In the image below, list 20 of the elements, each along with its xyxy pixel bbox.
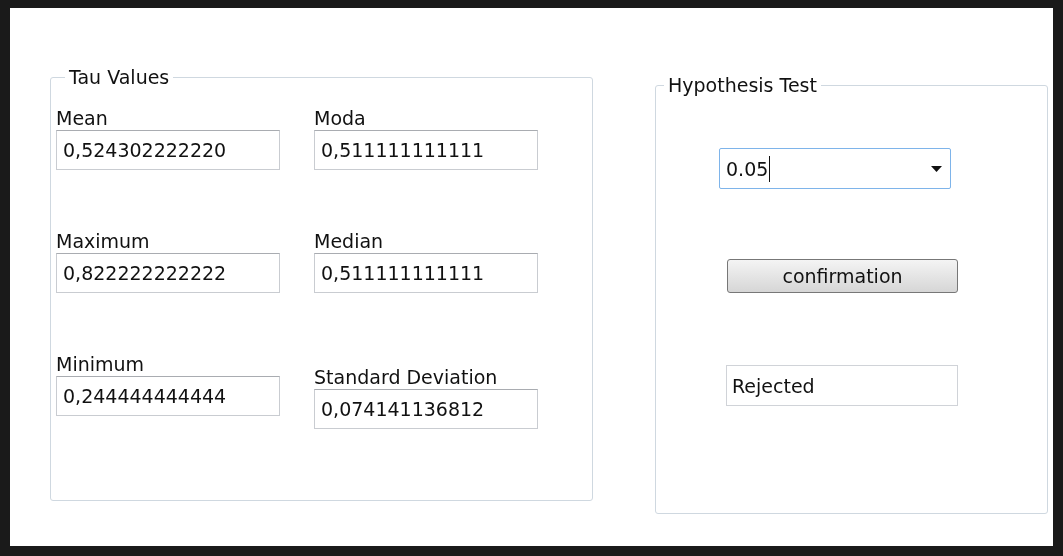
value-field[interactable]: 0,511111111111 bbox=[314, 253, 538, 293]
field-label: Minimum bbox=[56, 352, 146, 376]
confirmation-button[interactable]: confirmation bbox=[727, 259, 958, 293]
value-field[interactable]: 0,074141136812 bbox=[314, 389, 538, 429]
dropdown-arrow-icon bbox=[931, 165, 942, 172]
field-label: Median bbox=[314, 229, 385, 253]
result-field[interactable]: Rejected bbox=[726, 365, 958, 406]
text-cursor bbox=[769, 155, 771, 182]
group-title: Tau Values bbox=[68, 66, 171, 88]
combo-value: 0.05 bbox=[726, 157, 769, 180]
value-field[interactable]: 0,511111111111 bbox=[314, 130, 538, 170]
field-label: Moda bbox=[314, 106, 367, 130]
value-field[interactable]: 0,244444444444 bbox=[56, 376, 280, 416]
value-field[interactable]: 0,822222222222 bbox=[56, 253, 280, 293]
field-label: Mean bbox=[56, 106, 109, 130]
group-title: Hypothesis Test bbox=[667, 74, 818, 96]
field-label: Maximum bbox=[56, 229, 151, 253]
field-label: Standard Deviation bbox=[314, 365, 499, 389]
significance-combo[interactable]: 0.05 bbox=[719, 148, 951, 189]
value-field[interactable]: 0,524302222220 bbox=[56, 130, 280, 170]
